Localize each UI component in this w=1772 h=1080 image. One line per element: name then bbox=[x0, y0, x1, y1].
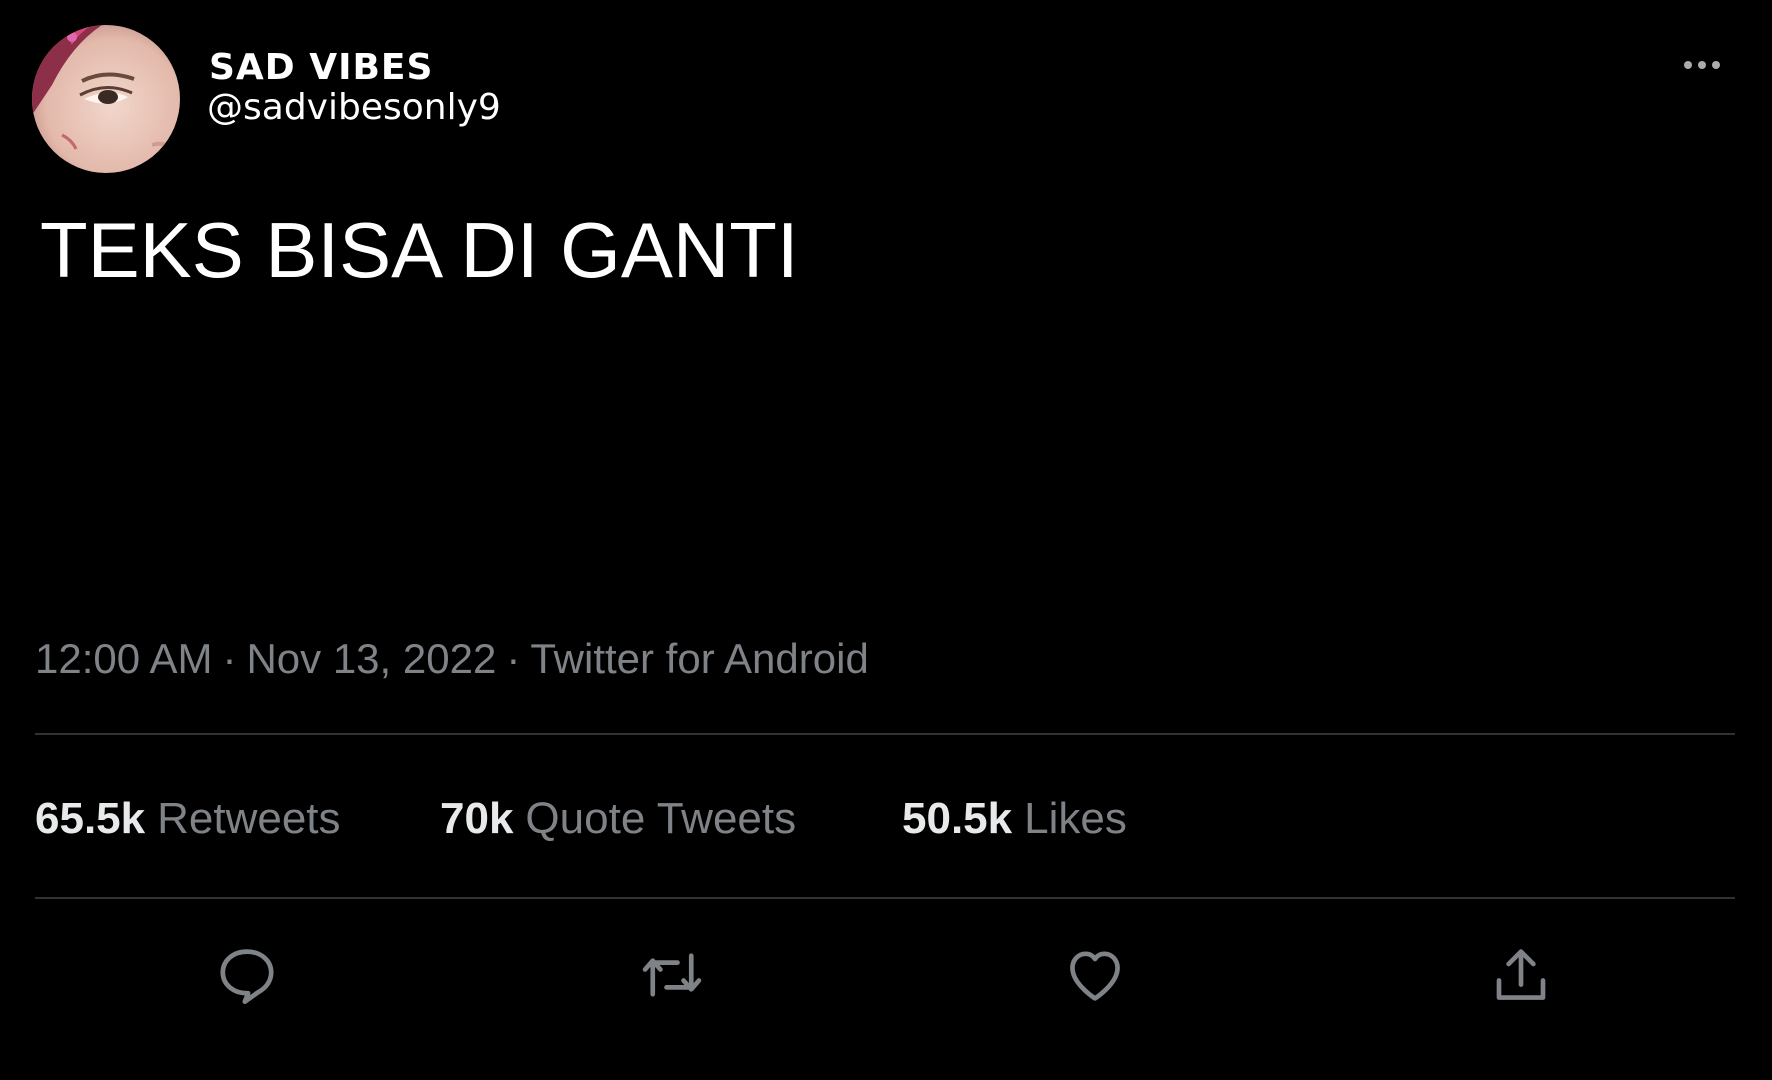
meta-separator: · bbox=[222, 635, 237, 682]
tweet-source[interactable]: Twitter for Android bbox=[530, 635, 868, 682]
divider bbox=[35, 733, 1735, 735]
tweet-date[interactable]: Nov 13, 2022 bbox=[246, 635, 496, 682]
more-dot bbox=[1712, 61, 1720, 69]
quote-tweets-stat[interactable]: 70k Quote Tweets bbox=[440, 794, 797, 843]
reply-icon bbox=[220, 949, 274, 1005]
likes-stat[interactable]: 50.5k Likes bbox=[902, 794, 1127, 843]
retweet-button[interactable] bbox=[632, 935, 712, 1015]
tweet-text: TEKS BISA DI GANTI bbox=[40, 206, 799, 294]
display-name[interactable]: SAD VIBES bbox=[209, 48, 433, 88]
retweet-icon bbox=[642, 953, 702, 997]
more-dot bbox=[1698, 61, 1706, 69]
like-button[interactable] bbox=[1055, 935, 1135, 1015]
reply-button[interactable] bbox=[207, 935, 287, 1015]
share-button[interactable] bbox=[1481, 935, 1561, 1015]
retweets-label: Retweets bbox=[157, 794, 341, 843]
likes-count: 50.5k bbox=[902, 794, 1013, 843]
tweet-time[interactable]: 12:00 AM bbox=[35, 635, 212, 682]
avatar-image bbox=[32, 25, 180, 173]
retweets-count: 65.5k bbox=[35, 794, 146, 843]
more-dot bbox=[1684, 61, 1692, 69]
quote-tweets-label: Quote Tweets bbox=[525, 794, 797, 843]
meta-separator: · bbox=[506, 635, 521, 682]
quote-tweets-count: 70k bbox=[440, 794, 514, 843]
user-handle[interactable]: @sadvibesonly9 bbox=[207, 88, 501, 128]
divider bbox=[35, 897, 1735, 899]
likes-label: Likes bbox=[1024, 794, 1127, 843]
tweet-meta: 12:00 AM · Nov 13, 2022 · Twitter for Androi… bbox=[35, 635, 869, 682]
retweets-stat[interactable]: 65.5k Retweets bbox=[35, 794, 341, 843]
share-icon bbox=[1496, 949, 1546, 1000]
like-icon bbox=[1070, 951, 1120, 1001]
avatar[interactable] bbox=[32, 25, 180, 173]
more-options-button[interactable] bbox=[1674, 50, 1730, 80]
